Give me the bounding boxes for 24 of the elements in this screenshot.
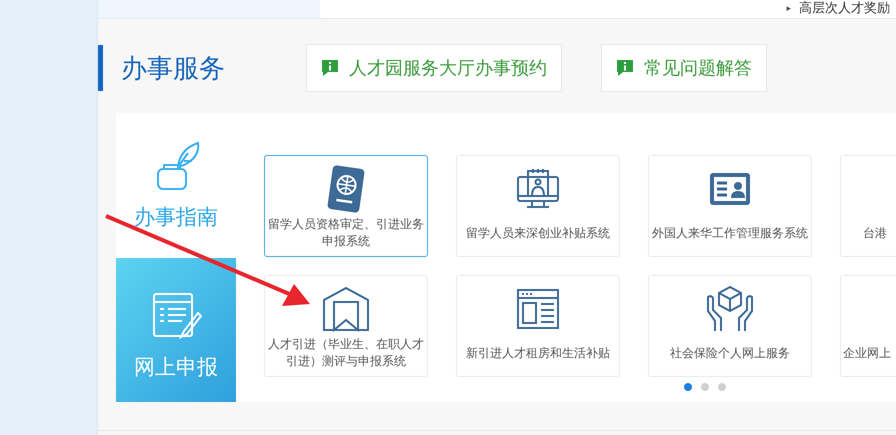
bullet-marker: ▸ (786, 3, 791, 16)
document-pencil-icon (150, 291, 202, 341)
news-link[interactable]: 高层次人才奖励 (799, 1, 890, 17)
info-bubble-icon (321, 59, 339, 77)
info-bubble-icon (616, 59, 634, 77)
webpage-icon (516, 288, 560, 330)
system-card[interactable]: 留学人员资格审定、引进业务申报系统 (264, 155, 428, 257)
pager-dot[interactable] (701, 383, 709, 391)
system-card[interactable]: 人才引进（毕业生、在职人才引进）测评与申报系统 (264, 275, 428, 377)
system-card[interactable]: 新引进人才租房和生活补贴 (456, 275, 620, 377)
system-card[interactable]: 台港 (840, 155, 896, 257)
pager-dot[interactable] (684, 383, 692, 391)
system-card[interactable]: 外国人来华工作管理服务系统 (648, 155, 812, 257)
bookmark-house-icon (322, 286, 370, 332)
header-link-button[interactable]: 常见问题解答 (601, 44, 767, 92)
section-title: 办事服务 (98, 45, 278, 91)
system-card[interactable]: 企业网上 (840, 275, 896, 377)
monitor-icon (516, 167, 560, 211)
id-card-icon (708, 171, 752, 207)
header-link-button[interactable]: 人才园服务大厅办事预约 (306, 44, 562, 92)
pager-dot[interactable] (718, 383, 726, 391)
system-card[interactable]: 社会保险个人网上服务 (648, 275, 812, 377)
hands-holding-box-icon (705, 285, 755, 333)
system-card[interactable]: 留学人员来深创业补贴系统 (456, 155, 620, 257)
